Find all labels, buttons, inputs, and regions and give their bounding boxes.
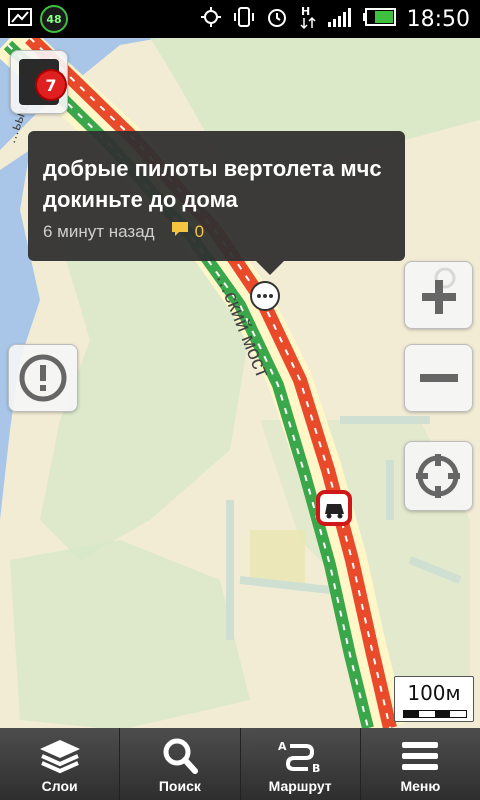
minus-icon [420, 374, 458, 382]
gps-icon [199, 5, 223, 33]
signal-icon [327, 6, 353, 32]
traffic-level-badge: 7 [37, 71, 65, 99]
exclamation-icon [19, 354, 67, 402]
my-location-button[interactable] [404, 441, 473, 511]
zoom-in-button[interactable] [404, 261, 473, 329]
map-scale: 100м [394, 676, 474, 722]
tab-route[interactable]: A B Маршрут [241, 728, 361, 800]
tab-menu[interactable]: Меню [361, 728, 480, 800]
menu-icon [402, 742, 439, 770]
event-time: 6 минут назад [43, 221, 155, 241]
alarm-icon [265, 5, 289, 33]
battery-icon [362, 7, 397, 31]
crosshair-icon [416, 454, 460, 498]
tab-layers-label: Слои [41, 778, 78, 794]
tab-menu-label: Меню [400, 778, 441, 794]
report-incident-button[interactable] [8, 344, 78, 412]
tab-search[interactable]: Поиск [120, 728, 241, 800]
status-bar: 48 H 18:50 [0, 0, 480, 38]
vibrate-icon [233, 5, 255, 33]
scale-bar [403, 710, 467, 718]
network-h-icon: H [299, 4, 317, 34]
search-icon [163, 738, 198, 774]
zoom-out-button[interactable] [404, 344, 473, 412]
svg-text:H: H [301, 5, 310, 18]
tab-route-label: Маршрут [268, 778, 332, 794]
tab-layers[interactable]: Слои [0, 728, 121, 800]
svg-text:A: A [278, 740, 287, 753]
comment-count: 0 [194, 221, 205, 241]
plus-icon [422, 267, 456, 314]
image-notification-icon [8, 6, 34, 32]
scale-label: 100м [407, 681, 461, 705]
layers-icon [39, 740, 80, 774]
route-icon: A B [278, 740, 320, 775]
traffic-button[interactable]: 7 [10, 50, 68, 114]
comment-icon [171, 221, 189, 242]
clock-time: 18:50 [406, 6, 470, 32]
battery-saver-badge: 48 [40, 5, 68, 33]
bottom-toolbar: Слои Поиск A B Маршрут Меню [0, 728, 480, 800]
event-meta: 6 минут назад 0 [43, 221, 204, 242]
tab-search-label: Поиск [158, 778, 201, 794]
svg-text:B: B [312, 762, 320, 775]
event-text: добрые пилоты вертолета мчс докиньте до … [43, 156, 382, 212]
event-popup[interactable]: добрые пилоты вертолета мчс докиньте до … [28, 131, 405, 275]
